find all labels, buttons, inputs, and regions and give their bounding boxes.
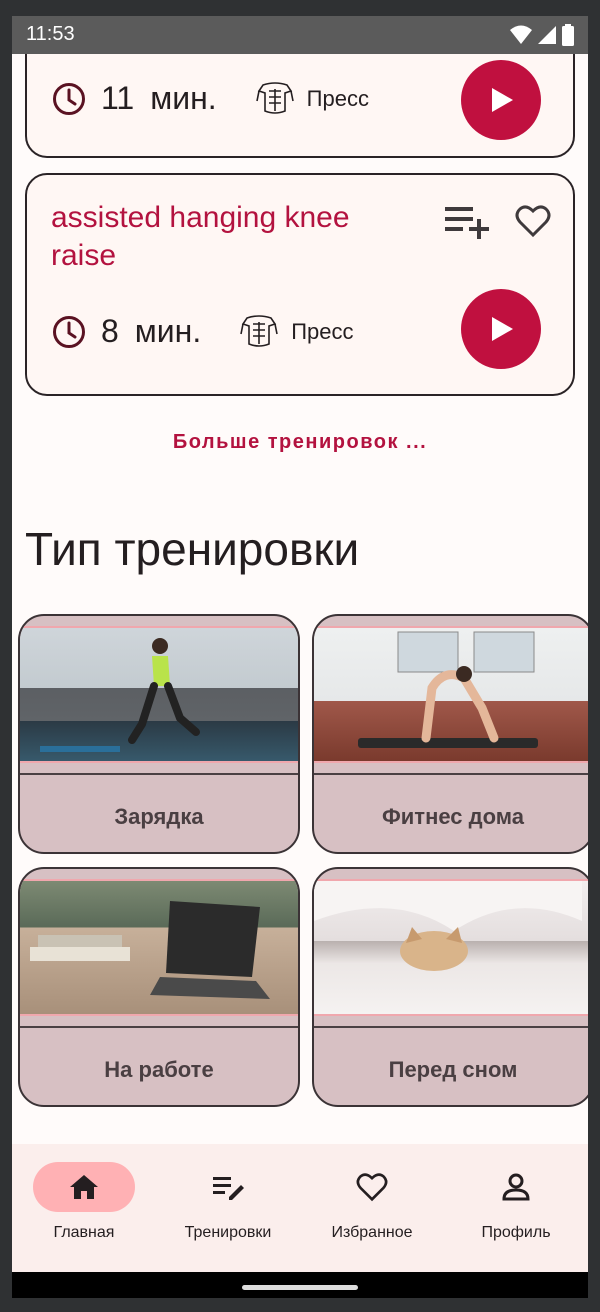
nav-item-workouts[interactable]: Тренировки xyxy=(156,1162,300,1242)
workout-card[interactable]: 11 мин. Пресс xyxy=(25,54,575,158)
nav-pill[interactable] xyxy=(321,1162,423,1212)
nav-label: Избранное xyxy=(331,1224,413,1241)
bottom-navigation: Главная Тренировки Избранное Профиль xyxy=(12,1144,588,1272)
workout-type-label: Зарядка xyxy=(114,804,204,829)
wifi-icon xyxy=(510,25,532,44)
card-divider xyxy=(314,773,588,775)
gesture-bar xyxy=(12,1272,588,1298)
nav-pill[interactable] xyxy=(465,1162,567,1212)
workout-actions xyxy=(445,203,551,239)
yoga-figure xyxy=(358,631,538,748)
status-icons xyxy=(510,24,574,46)
duration-value: 11 xyxy=(101,80,135,116)
laptop-figure xyxy=(30,901,270,999)
workout-type-label: На работе xyxy=(104,1057,214,1082)
workout-type-card[interactable]: Фитнес дома xyxy=(312,614,588,854)
home-icon xyxy=(70,1175,98,1199)
duration-unit: мин. xyxy=(150,80,217,116)
status-bar: 11:53 xyxy=(12,16,588,54)
muscle-label: Пресс xyxy=(291,318,354,344)
nav-item-favorites[interactable]: Избранное xyxy=(300,1162,444,1242)
person-icon xyxy=(502,1173,530,1201)
card-divider xyxy=(314,1026,588,1028)
laptop-desk-photo xyxy=(20,879,298,1016)
signal-icon xyxy=(538,26,556,44)
status-time: 11:53 xyxy=(26,23,75,45)
nav-pill[interactable] xyxy=(177,1162,279,1212)
nav-label: Главная xyxy=(53,1224,115,1241)
abs-icon xyxy=(255,81,294,114)
runner-figure xyxy=(40,638,200,752)
workout-type-label: Фитнес дома xyxy=(382,804,524,829)
sleeping-cat-photo xyxy=(314,879,588,1016)
workout-card[interactable]: assisted hanging knee raise 8 мин. Пресс xyxy=(25,173,575,396)
muscle-group: Пресс xyxy=(255,81,369,117)
duration-value: 8 xyxy=(101,313,119,349)
nav-item-home[interactable]: Главная xyxy=(12,1162,156,1242)
workout-type-card[interactable]: Зарядка xyxy=(18,614,300,854)
running-photo xyxy=(20,626,298,763)
play-icon xyxy=(492,88,513,112)
workout-meta: 8 мин. Пресс xyxy=(52,313,354,350)
device-screen: 11:53 11 мин. Пресс assisted hanging kne… xyxy=(12,16,588,1298)
nav-item-profile[interactable]: Профиль xyxy=(444,1162,588,1242)
nav-pill-active[interactable] xyxy=(33,1162,135,1212)
heart-icon xyxy=(356,1173,388,1202)
play-button[interactable] xyxy=(461,60,541,140)
duration-unit: мин. xyxy=(134,313,202,349)
clock-icon xyxy=(53,82,85,115)
heart-icon[interactable] xyxy=(515,204,551,238)
yoga-photo xyxy=(314,626,588,763)
card-divider xyxy=(20,1026,298,1028)
cat-figure xyxy=(314,881,582,971)
muscle-label: Пресс xyxy=(306,85,369,111)
battery-icon xyxy=(562,24,574,46)
home-gesture-handle[interactable] xyxy=(242,1285,358,1290)
nav-label: Тренировки xyxy=(184,1224,272,1241)
playlist-add-icon[interactable] xyxy=(445,203,491,239)
nav-label: Профиль xyxy=(481,1224,551,1241)
workout-type-card[interactable]: На работе xyxy=(18,867,300,1107)
muscle-group: Пресс xyxy=(239,314,354,350)
card-divider xyxy=(20,773,298,775)
more-workouts-link[interactable]: Больше тренировок ... xyxy=(12,431,588,454)
play-button[interactable] xyxy=(461,289,541,369)
workout-title: assisted hanging knee raise xyxy=(51,201,350,272)
clock-icon xyxy=(53,315,85,348)
workout-type-card[interactable]: Перед сном xyxy=(312,867,588,1107)
list-edit-icon xyxy=(213,1177,244,1200)
workout-type-label: Перед сном xyxy=(388,1057,518,1082)
abs-icon xyxy=(240,314,279,347)
play-icon xyxy=(492,317,513,341)
section-title: Тип тренировки xyxy=(25,523,360,575)
workout-meta: 11 мин. Пресс xyxy=(52,80,369,117)
home-content[interactable]: 11 мин. Пресс assisted hanging knee rais… xyxy=(12,54,588,1144)
